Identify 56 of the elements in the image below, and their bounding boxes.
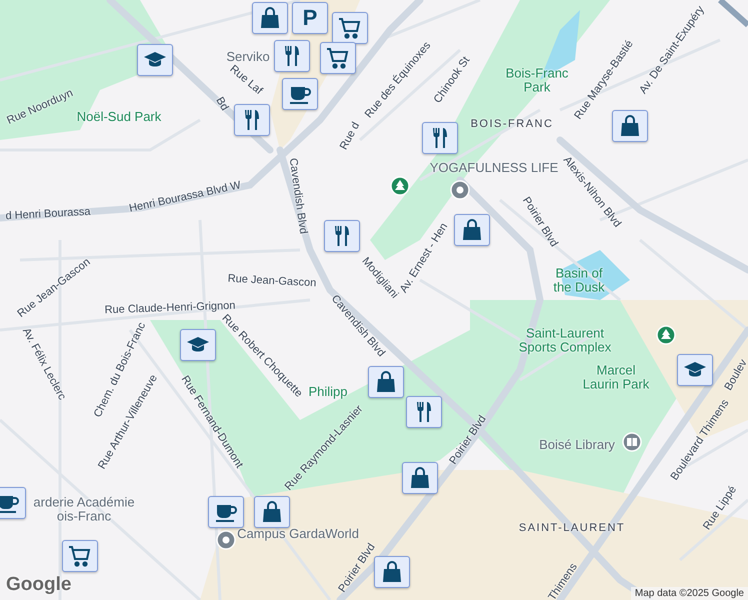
shop-marker[interactable] <box>612 110 648 142</box>
map-attribution: Map data ©2025 Google <box>630 587 748 600</box>
park-label: Marcel Laurin Park <box>582 363 650 391</box>
street-label: Cavendish Blvd <box>286 157 310 235</box>
cafe-marker[interactable] <box>208 496 244 528</box>
street-label: Rue Laf <box>227 63 265 97</box>
shopping-bag-icon <box>380 560 404 584</box>
shop-marker[interactable] <box>254 496 290 528</box>
cart-icon <box>338 16 362 40</box>
place-label: Boisé Library <box>539 438 615 452</box>
parking-marker[interactable]: P <box>292 2 328 34</box>
park-label: Noël-Sud Park <box>76 110 162 124</box>
place-label: arderie Académie ois-Franc <box>33 496 135 524</box>
shop-marker[interactable] <box>368 366 404 398</box>
restaurant-marker[interactable] <box>422 122 458 154</box>
street-label: Bd <box>213 95 231 113</box>
location-pin-icon[interactable] <box>216 530 236 550</box>
cafe-marker[interactable] <box>0 487 26 519</box>
cart-icon <box>326 46 350 70</box>
school-marker[interactable] <box>677 354 713 386</box>
street-label: Rue d <box>338 120 362 152</box>
street-label: Henri Bourassa Blvd W <box>128 179 242 215</box>
cafe-marker[interactable] <box>282 78 318 110</box>
park-label: Bois-Franc Park <box>506 66 568 94</box>
place-label: YOGAFULNESS LIFE <box>430 160 558 176</box>
restaurant-marker[interactable] <box>324 220 360 252</box>
shop-marker[interactable] <box>402 462 438 494</box>
restaurant-marker[interactable] <box>406 396 442 428</box>
restaurant-marker[interactable] <box>234 104 270 136</box>
school-marker[interactable] <box>180 329 216 361</box>
park-label: Saint-Laurent Sports Complex <box>518 326 612 354</box>
restaurant-marker[interactable] <box>274 40 310 72</box>
shopping-bag-icon <box>258 6 282 30</box>
shopping-bag-icon <box>618 114 642 138</box>
school-marker[interactable] <box>137 44 173 76</box>
grocery-marker[interactable] <box>62 540 98 572</box>
shop-marker[interactable] <box>374 556 410 588</box>
grocery-marker[interactable] <box>332 12 368 44</box>
google-logo: Google <box>6 574 72 596</box>
street-label: d Henri Bourassa <box>5 206 91 222</box>
shop-marker[interactable] <box>252 2 288 34</box>
shopping-bag-icon <box>260 500 284 524</box>
shopping-bag-icon <box>374 370 398 394</box>
grocery-marker[interactable] <box>320 42 356 74</box>
district-label: SAINT-LAURENT <box>518 522 626 534</box>
place-label: Campus GardaWorld <box>237 526 359 542</box>
place-label: Serviko <box>226 50 270 64</box>
book-pin-icon[interactable] <box>622 432 642 452</box>
park-label: Philipp <box>308 385 348 399</box>
shopping-bag-icon <box>460 218 484 242</box>
shopping-bag-icon <box>408 466 432 490</box>
district-label: BOIS-FRANC <box>470 118 554 130</box>
cart-icon <box>68 544 92 568</box>
shop-marker[interactable] <box>454 214 490 246</box>
tree-pin-icon[interactable] <box>656 325 676 345</box>
street-label: Rue Jean-Gascon <box>227 272 317 290</box>
